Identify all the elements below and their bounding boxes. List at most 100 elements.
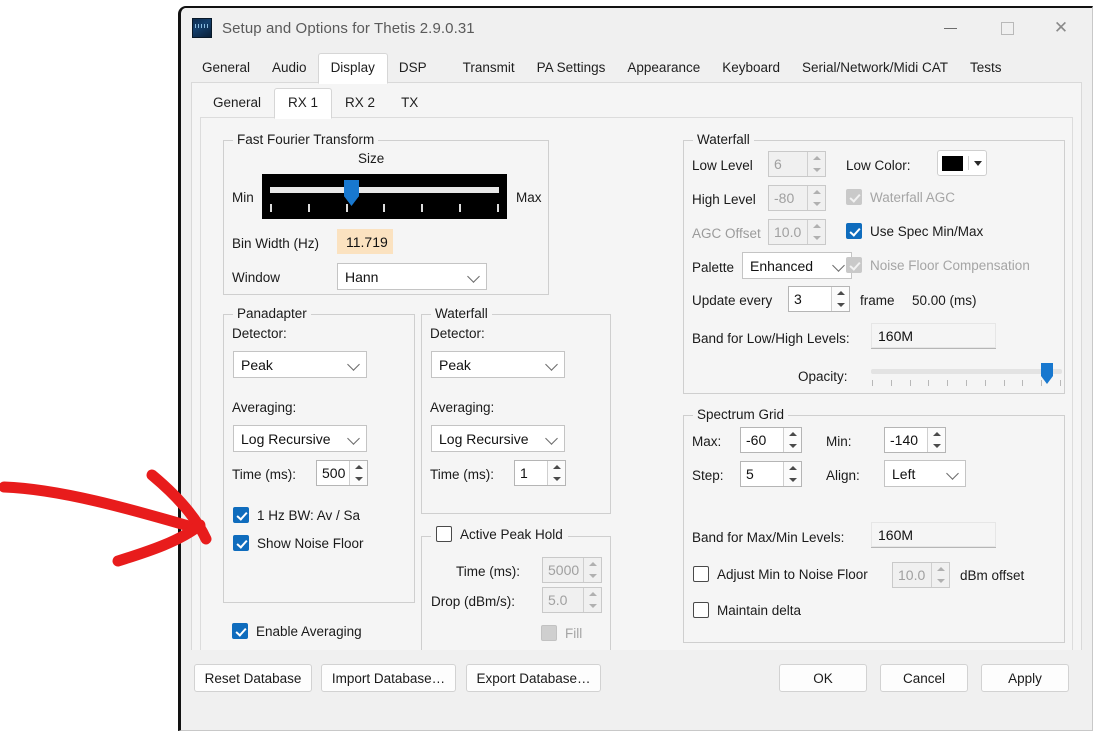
stepper-down-icon[interactable] bbox=[928, 440, 945, 452]
stepper-down-icon[interactable] bbox=[808, 198, 825, 210]
stepper-buttons[interactable] bbox=[927, 428, 945, 452]
tab-dsp[interactable]: DSP bbox=[388, 55, 438, 82]
checkbox-adjust-min-to-noise-floor[interactable]: Adjust Min to Noise Floor bbox=[693, 566, 868, 582]
stepper-down-icon[interactable] bbox=[584, 570, 601, 582]
tab-audio[interactable]: Audio bbox=[261, 55, 318, 82]
tab-display[interactable]: Display bbox=[318, 53, 388, 84]
stepper-down-icon[interactable] bbox=[548, 473, 565, 485]
agc-offset-stepper[interactable]: 10.0 bbox=[768, 219, 826, 245]
low-level-stepper[interactable]: 6 bbox=[768, 151, 826, 177]
cancel-button[interactable]: Cancel bbox=[880, 664, 968, 692]
stepper-down-icon[interactable] bbox=[784, 440, 801, 452]
close-button[interactable]: ✕ bbox=[1038, 8, 1084, 48]
stepper-up-icon[interactable] bbox=[932, 563, 949, 575]
grid-min-stepper[interactable]: -140 bbox=[884, 427, 946, 453]
waterfall-time-stepper[interactable]: 1 bbox=[514, 460, 566, 486]
ok-button[interactable]: OK bbox=[779, 664, 867, 692]
grid-step-stepper[interactable]: 5 bbox=[740, 461, 802, 487]
stepper-buttons[interactable] bbox=[783, 462, 801, 486]
apply-button[interactable]: Apply bbox=[981, 664, 1069, 692]
stepper-buttons[interactable] bbox=[783, 428, 801, 452]
stepper-down-icon[interactable] bbox=[832, 299, 849, 311]
grid-max-stepper[interactable]: -60 bbox=[740, 427, 802, 453]
stepper-buttons[interactable] bbox=[831, 287, 849, 311]
subtab-general[interactable]: General bbox=[200, 90, 274, 117]
tab-serial-network-midi-cat[interactable]: Serial/Network/Midi CAT bbox=[791, 55, 959, 82]
checkbox-waterfall-agc[interactable]: Waterfall AGC bbox=[846, 189, 955, 205]
stepper-up-icon[interactable] bbox=[832, 287, 849, 299]
checkbox-show-noise-floor[interactable]: Show Noise Floor bbox=[233, 535, 364, 551]
slider-thumb[interactable] bbox=[344, 180, 359, 206]
peak-hold-time-value: 5000 bbox=[548, 562, 579, 578]
chevron-down-icon[interactable] bbox=[974, 161, 982, 166]
stepper-down-icon[interactable] bbox=[584, 600, 601, 612]
fft-size-slider[interactable] bbox=[262, 174, 507, 219]
reset-database-button[interactable]: Reset Database bbox=[194, 664, 312, 692]
stepper-down-icon[interactable] bbox=[350, 473, 367, 485]
checkbox-noise-floor-compensation[interactable]: Noise Floor Compensation bbox=[846, 257, 1030, 273]
stepper-up-icon[interactable] bbox=[584, 588, 601, 600]
stepper-buttons[interactable] bbox=[807, 220, 825, 244]
stepper-up-icon[interactable] bbox=[548, 461, 565, 473]
checkbox-use-spec-min-max[interactable]: Use Spec Min/Max bbox=[846, 223, 983, 239]
checkbox-1hz-bw[interactable]: 1 Hz BW: Av / Sa bbox=[233, 507, 360, 523]
stepper-buttons[interactable] bbox=[807, 152, 825, 176]
subtab-rx2[interactable]: RX 2 bbox=[332, 90, 388, 117]
checkbox-enable-averaging[interactable]: Enable Averaging bbox=[232, 623, 362, 639]
stepper-down-icon[interactable] bbox=[808, 232, 825, 244]
stepper-buttons[interactable] bbox=[349, 461, 367, 485]
subtab-rx1[interactable]: RX 1 bbox=[274, 88, 332, 119]
band-max-min-input[interactable]: 160M bbox=[871, 522, 996, 548]
stepper-up-icon[interactable] bbox=[808, 220, 825, 232]
maximize-button[interactable] bbox=[984, 8, 1030, 48]
stepper-buttons[interactable] bbox=[807, 186, 825, 210]
stepper-up-icon[interactable] bbox=[784, 428, 801, 440]
stepper-up-icon[interactable] bbox=[784, 462, 801, 474]
import-database-button[interactable]: Import Database… bbox=[321, 664, 456, 692]
opacity-slider[interactable] bbox=[871, 363, 1062, 387]
panadapter-time-stepper[interactable]: 500 bbox=[316, 460, 368, 486]
tab-tests[interactable]: Tests bbox=[959, 55, 1013, 82]
stepper-down-icon[interactable] bbox=[808, 164, 825, 176]
export-database-button[interactable]: Export Database… bbox=[466, 664, 601, 692]
stepper-up-icon[interactable] bbox=[808, 186, 825, 198]
stepper-down-icon[interactable] bbox=[932, 575, 949, 587]
checkbox-active-peak-hold[interactable]: Active Peak Hold bbox=[431, 526, 568, 542]
chevron-down-icon bbox=[832, 259, 845, 272]
fft-window-select[interactable]: Hann bbox=[337, 263, 487, 290]
stepper-up-icon[interactable] bbox=[584, 558, 601, 570]
stepper-buttons[interactable] bbox=[583, 558, 601, 582]
tab-pa-settings[interactable]: PA Settings bbox=[526, 55, 617, 82]
stepper-buttons[interactable] bbox=[583, 588, 601, 612]
dbm-offset-stepper[interactable]: 10.0 bbox=[892, 562, 950, 588]
subtab-tx[interactable]: TX bbox=[388, 90, 431, 117]
waterfall-detector-select[interactable]: Peak bbox=[431, 351, 565, 378]
panadapter-averaging-select[interactable]: Log Recursive bbox=[233, 425, 367, 452]
palette-select[interactable]: Enhanced bbox=[742, 252, 852, 279]
tab-keyboard[interactable]: Keyboard bbox=[711, 55, 791, 82]
stepper-down-icon[interactable] bbox=[784, 474, 801, 486]
low-color-picker[interactable] bbox=[937, 150, 987, 176]
peak-hold-drop-stepper[interactable]: 5.0 bbox=[542, 587, 602, 613]
high-level-stepper[interactable]: -80 bbox=[768, 185, 826, 211]
minimize-button[interactable] bbox=[927, 8, 973, 48]
stepper-up-icon[interactable] bbox=[350, 461, 367, 473]
stepper-buttons[interactable] bbox=[547, 461, 565, 485]
palette-value: Enhanced bbox=[750, 258, 813, 274]
tab-general[interactable]: General bbox=[191, 55, 261, 82]
checkbox-fill[interactable]: Fill bbox=[541, 625, 582, 641]
peak-hold-time-stepper[interactable]: 5000 bbox=[542, 557, 602, 583]
panadapter-group-title: Panadapter bbox=[233, 306, 311, 321]
band-low-high-input[interactable]: 160M bbox=[871, 323, 996, 349]
checkbox-maintain-delta[interactable]: Maintain delta bbox=[693, 602, 801, 618]
waterfall-averaging-select[interactable]: Log Recursive bbox=[431, 425, 565, 452]
tab-transmit[interactable]: Transmit bbox=[452, 55, 526, 82]
update-every-stepper[interactable]: 3 bbox=[788, 286, 850, 312]
stepper-up-icon[interactable] bbox=[808, 152, 825, 164]
tab-appearance[interactable]: Appearance bbox=[616, 55, 711, 82]
panadapter-detector-select[interactable]: Peak bbox=[233, 351, 367, 378]
high-level-label: High Level bbox=[692, 192, 756, 207]
stepper-up-icon[interactable] bbox=[928, 428, 945, 440]
grid-align-select[interactable]: Left bbox=[884, 460, 966, 487]
stepper-buttons[interactable] bbox=[931, 563, 949, 587]
